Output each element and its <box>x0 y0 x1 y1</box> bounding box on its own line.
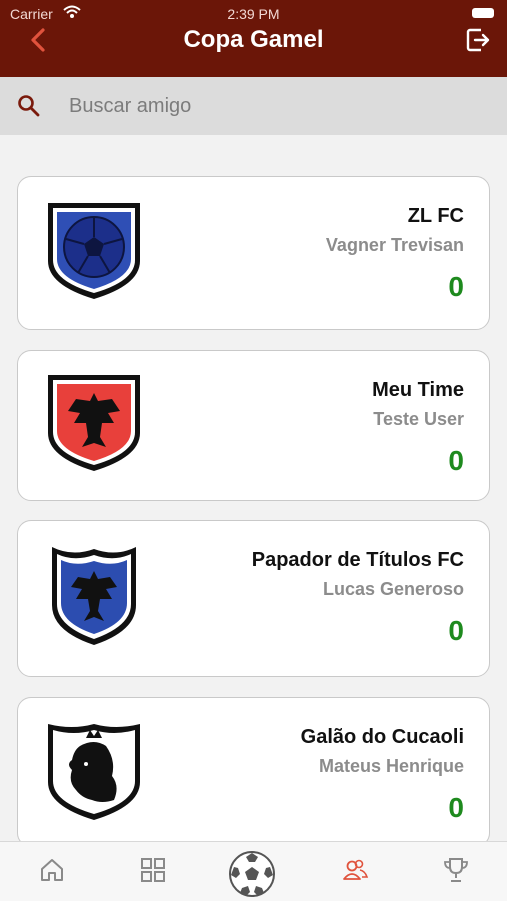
header-bar: Carrier 2:39 PM Copa Gamel <box>0 0 507 77</box>
search-input[interactable] <box>69 93 469 119</box>
team-score: 0 <box>448 271 464 302</box>
grid-icon[interactable] <box>139 856 167 884</box>
friends-icon[interactable] <box>341 856 369 884</box>
blue-soccer-ball-crest-icon <box>48 203 140 299</box>
team-card[interactable]: Galão do Cucaoli Mateus Henrique 0 <box>17 697 490 847</box>
search-icon <box>18 95 40 117</box>
white-lion-crest-icon <box>48 724 140 820</box>
logout-icon[interactable] <box>465 27 491 53</box>
team-card[interactable]: ZL FC Vagner Trevisan 0 <box>17 176 490 330</box>
battery-icon <box>472 8 494 18</box>
trophy-icon[interactable] <box>442 856 470 884</box>
home-icon[interactable] <box>38 856 66 884</box>
owner-name: Mateus Henrique <box>318 756 464 776</box>
tab-bar <box>0 841 507 901</box>
team-score: 0 <box>448 615 464 646</box>
team-card[interactable]: Meu Time Teste User 0 <box>17 350 490 501</box>
owner-name: Lucas Generoso <box>322 579 464 599</box>
status-bar: Carrier 2:39 PM <box>0 0 507 26</box>
blue-eagle-crest-icon <box>52 547 136 645</box>
team-score: 0 <box>448 792 464 823</box>
team-card[interactable]: Papador de Títulos FC Lucas Generoso 0 <box>17 520 490 677</box>
owner-name: Teste User <box>373 409 464 429</box>
page-title: Copa Gamel <box>183 26 324 53</box>
team-score: 0 <box>448 445 464 476</box>
team-name: Papador de Títulos FC <box>251 549 464 571</box>
team-name: Galão do Cucaoli <box>300 726 464 748</box>
status-time: 2:39 PM <box>227 6 280 22</box>
team-name: Meu Time <box>372 379 464 401</box>
owner-name: Vagner Trevisan <box>325 235 464 255</box>
soccer-ball-icon[interactable] <box>228 850 276 898</box>
team-name: ZL FC <box>407 205 464 227</box>
search-bar <box>0 77 507 135</box>
red-eagle-crest-icon <box>48 375 140 471</box>
